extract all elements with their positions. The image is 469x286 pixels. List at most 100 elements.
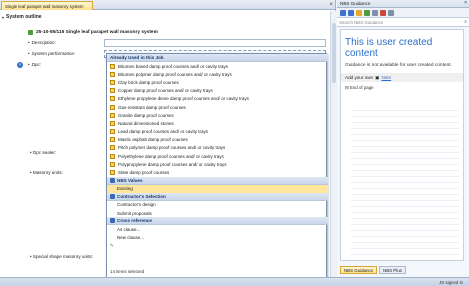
option-new-clause[interactable]: New clause... [107,233,328,241]
checkbox-icon[interactable] [110,96,115,102]
scrollbar-thumb[interactable] [332,23,336,83]
group-already-used: Already Used in this Job [107,54,328,62]
clause-icon [28,30,33,35]
group-nbs-values: NBS Values [107,176,328,185]
guidance-search-input[interactable]: Search NBS Guidance [339,20,464,25]
clause-title-text: 25-10-55/115 Single leaf parapet wall ma… [36,30,158,35]
already-used-list: Bitumen based damp proof courses and/ or… [107,62,328,177]
option-item[interactable]: Ethylene propylene diene damp proof cour… [107,95,328,103]
option-label: Polyethylene damp proof courses and/ or … [118,153,224,159]
option-item[interactable]: Polyethylene damp proof courses and/ or … [107,152,328,160]
checkbox-icon[interactable] [110,79,115,85]
option-item[interactable]: Clay brick damp proof courses [107,78,328,86]
document-tabstrip: Single leaf parapet wall masonry system … [0,0,335,10]
guidance-subtext: Guidance is not available for user creat… [345,63,452,68]
option-label: Polypropylene damp proof courses and/ or… [118,161,227,167]
option-label: Lead damp proof courses and/ or cavity t… [118,129,209,135]
checkbox-icon[interactable] [110,112,115,118]
group-contractor: Contractor's Selection [107,192,328,201]
option-item[interactable]: Polypropylene damp proof courses and/ or… [107,160,328,168]
option-label: Pitch polymer damp proof courses and/ or… [118,145,226,151]
checkbox-icon[interactable] [110,145,115,151]
vertical-scrollbar[interactable] [330,11,336,277]
help-icon[interactable]: ? [17,62,23,68]
performance-row: • System performance: [28,51,75,56]
option-item[interactable]: Lead damp proof courses and/ or cavity t… [107,128,328,136]
option-item[interactable]: Pitch polymer damp proof courses and/ or… [107,144,328,152]
masonry-units-label: Masonry units: [32,170,63,175]
option-item[interactable]: Gas-resistant damp proof courses [107,103,328,111]
option-edit-row[interactable]: ✎ [107,242,328,250]
option-label: Submit proposals [117,210,152,216]
checkbox-icon[interactable] [110,88,115,94]
option-label: Existing [117,186,133,192]
note-icon: ▣ [375,74,380,80]
description-field[interactable] [104,39,326,47]
checkbox-icon[interactable] [110,120,115,126]
guidance-search[interactable]: Search NBS Guidance ⌕ [337,18,469,27]
option-label: Mastic asphalt damp proof courses [118,137,188,143]
bullet-icon: • [28,51,30,56]
option-item[interactable]: Granite damp proof courses [107,111,328,119]
close-icon[interactable]: × [464,0,467,6]
description-row: • Description: [28,40,56,45]
option-item[interactable]: Slate damp proof courses [107,168,328,176]
bullet-icon: • [28,40,30,45]
tab-nbs-guidance[interactable]: NBS Guidance [340,266,378,274]
option-as-clause[interactable]: As clause... [107,225,328,233]
checkbox-icon[interactable] [110,104,115,110]
guidance-title-bar: NBS Guidance × [337,0,469,8]
end-of-page: ⊟ End of page [341,82,463,94]
back-icon[interactable] [340,9,346,16]
option-item[interactable]: Natural dimensioned stones [107,119,328,127]
clause-title: 25-10-55/115 Single leaf parapet wall ma… [28,30,158,35]
checkbox-icon[interactable] [110,71,115,77]
option-contractors-design[interactable]: Contractor's design [107,201,328,209]
checkbox-icon[interactable] [110,170,115,176]
group-nbs-values-label: NBS Values [117,177,143,183]
dpc-label: Dpc: [31,62,42,67]
status-bar: JS signed in [0,277,469,286]
performance-label: System performance: [31,51,76,56]
option-item[interactable]: Copper damp proof courses and/ or cavity… [107,87,328,95]
pencil-icon: ✎ [110,242,114,248]
option-item[interactable]: Mastic asphalt damp proof courses [107,136,328,144]
stop-icon[interactable] [380,9,386,16]
checkbox-icon[interactable] [110,129,115,135]
masonry-units-row: • Masonry units: [30,170,63,175]
option-label: Copper damp proof courses and/ or cavity… [118,88,213,94]
option-existing[interactable]: Existing [107,184,328,193]
content-background-lines [351,105,459,255]
outline-header[interactable]: ▾ System outline [2,14,42,20]
group-cross-reference-label: Cross reference [117,218,152,224]
description-label: Description: [31,40,56,45]
selection-popup: Already Used in this Job Bitumen based d… [106,53,328,285]
option-label: As clause... [117,226,141,232]
guidance-tabs: NBS Guidance NBS Plus [340,266,406,274]
chevron-down-icon: ▾ [2,14,5,20]
document-tab[interactable]: Single leaf parapet wall masonry system [1,1,93,10]
options-icon[interactable] [388,9,394,16]
option-item[interactable]: Bitumen based damp proof courses and/ or… [107,62,328,70]
bullet-icon: • [28,62,30,67]
option-item[interactable]: Bitumen polymer damp proof courses and/ … [107,70,328,78]
checkbox-icon[interactable] [110,161,115,167]
add-own-label: Add your own [345,75,374,80]
option-label: Gas-resistant damp proof courses [118,104,186,110]
search-icon[interactable]: ⌕ [464,19,467,25]
home-icon[interactable] [356,9,362,16]
note-link[interactable]: Note [381,75,391,80]
forward-icon[interactable] [348,9,354,16]
close-icon[interactable]: × [329,1,333,9]
refresh-icon[interactable] [364,9,370,16]
group-already-used-label: Already Used in this Job [110,55,164,60]
tab-nbs-plus[interactable]: NBS Plus [379,266,406,274]
tab-label: NBS Guidance [344,267,374,273]
checkbox-icon[interactable] [110,153,115,159]
option-label: Clay brick damp proof courses [118,79,179,85]
checkbox-icon[interactable] [110,137,115,143]
checkbox-icon[interactable] [110,63,115,69]
option-submit-proposals[interactable]: Submit proposals [107,209,328,217]
print-icon[interactable] [372,9,378,16]
cross-reference-icon [110,218,115,224]
